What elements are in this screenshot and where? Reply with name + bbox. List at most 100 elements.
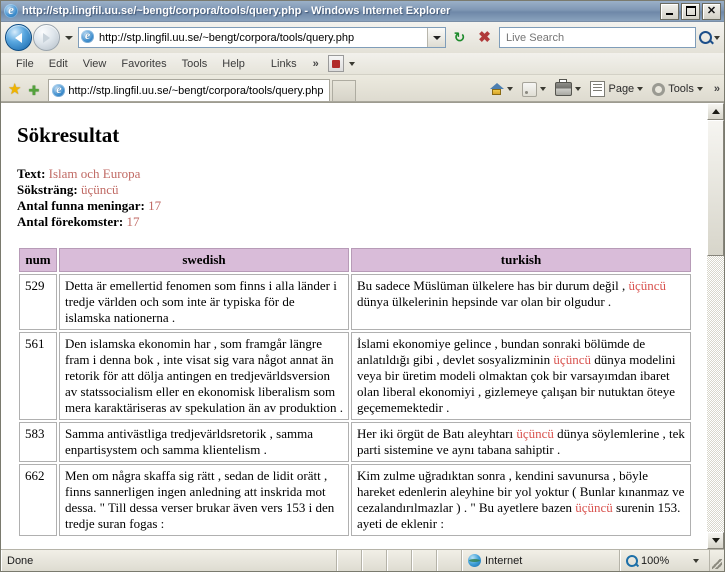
zoom-control[interactable]: 100% bbox=[620, 550, 710, 571]
window-controls: ✕ bbox=[660, 2, 721, 20]
summary-line: Text: Islam och Europa bbox=[17, 166, 692, 182]
status-slot-2 bbox=[362, 550, 387, 571]
status-slot-1 bbox=[337, 550, 362, 571]
summary-label: Antal förekomster: bbox=[17, 214, 127, 229]
favorites-center-star-icon[interactable]: ★ bbox=[8, 82, 21, 97]
menu-edit[interactable]: Edit bbox=[42, 56, 76, 72]
summary-line: Antal förekomster: 17 bbox=[17, 214, 692, 230]
browser-window: http://stp.lingfil.uu.se/~bengt/corpora/… bbox=[0, 0, 725, 572]
menu-help[interactable]: Help bbox=[215, 56, 253, 72]
summary-label: Antal funna meningar: bbox=[17, 198, 149, 213]
resize-grip[interactable] bbox=[710, 550, 724, 571]
summary-value: 17 bbox=[126, 214, 140, 229]
tab-active[interactable]: http://stp.lingfil.uu.se/~bengt/corpora/… bbox=[48, 79, 331, 101]
chevron-down-icon[interactable] bbox=[693, 558, 699, 563]
tab-bar: ★ ✚ http://stp.lingfil.uu.se/~bengt/corp… bbox=[1, 75, 724, 102]
security-zone[interactable]: Internet bbox=[462, 550, 620, 571]
tools-menu-label: Tools bbox=[668, 83, 694, 95]
print-button[interactable] bbox=[553, 79, 588, 97]
home-button[interactable] bbox=[487, 82, 520, 97]
menu-view[interactable]: View bbox=[76, 56, 115, 72]
minimize-button[interactable] bbox=[660, 2, 679, 20]
cell-swedish: Men om några skaffa sig rätt , sedan de … bbox=[59, 464, 349, 536]
cell-turkish: Her iki örgüt de Batı aleyhtarı üçüncü d… bbox=[351, 422, 691, 462]
highlighted-term: üçüncü bbox=[575, 500, 613, 515]
address-input[interactable]: http://stp.lingfil.uu.se/~bengt/corpora/… bbox=[99, 32, 427, 44]
page-icon bbox=[590, 81, 606, 97]
command-bar-overflow-icon[interactable]: » bbox=[714, 83, 720, 95]
back-button[interactable] bbox=[5, 24, 32, 51]
summary-line: Antal funna meningar: 17 bbox=[17, 198, 692, 214]
add-favorite-icon[interactable]: ✚ bbox=[28, 84, 39, 97]
chevron-down-icon bbox=[637, 87, 644, 91]
chevron-down-icon bbox=[711, 538, 720, 543]
gear-icon bbox=[652, 82, 666, 96]
stop-button[interactable]: ✖ bbox=[473, 26, 496, 49]
sentence-text: Samma antivästliga tredjevärldsretorik ,… bbox=[65, 426, 314, 457]
menu-file[interactable]: File bbox=[9, 56, 42, 72]
menu-tools[interactable]: Tools bbox=[175, 56, 216, 72]
links-overflow-icon[interactable]: » bbox=[313, 58, 319, 70]
refresh-button[interactable]: ↻ bbox=[448, 26, 471, 49]
forward-button[interactable] bbox=[33, 24, 60, 51]
recent-pages-chevron-down-icon[interactable] bbox=[65, 35, 73, 40]
chevron-down-icon bbox=[507, 87, 514, 91]
zoom-icon bbox=[626, 554, 638, 567]
cell-turkish: İslami ekonomiye gelince , bundan sonrak… bbox=[351, 332, 691, 420]
security-zone-label: Internet bbox=[485, 554, 523, 567]
new-tab-button[interactable] bbox=[332, 80, 357, 101]
close-button[interactable]: ✕ bbox=[702, 2, 721, 20]
maximize-button[interactable] bbox=[681, 2, 700, 20]
document-body: Sökresultat Text: Islam och Europa Sökstr… bbox=[1, 103, 706, 549]
links-toolbar-label[interactable]: Links bbox=[267, 56, 301, 72]
globe-icon bbox=[468, 554, 481, 567]
scroll-up-button[interactable] bbox=[707, 103, 724, 120]
chevron-down-icon bbox=[540, 87, 547, 91]
chevron-down-icon bbox=[713, 35, 720, 40]
feeds-button[interactable] bbox=[520, 81, 553, 98]
search-input[interactable] bbox=[504, 30, 693, 45]
cell-num: 662 bbox=[19, 464, 57, 536]
search-summary: Text: Islam och Europa Söksträng: üçüncü A… bbox=[17, 166, 692, 230]
page-menu-label: Page bbox=[608, 83, 635, 95]
table-row: 583 Samma antivästliga tredjevärldsretori… bbox=[19, 422, 691, 462]
cell-swedish: Den islamska ekonomin har , som framgår … bbox=[59, 332, 349, 420]
summary-label: Text: bbox=[17, 166, 49, 181]
cell-swedish: Detta är emellertid fenomen som finns i … bbox=[59, 274, 349, 330]
page-favicon-icon bbox=[81, 28, 96, 45]
rss-icon bbox=[522, 81, 538, 97]
scroll-down-button[interactable] bbox=[707, 532, 724, 549]
chevron-down-icon bbox=[696, 87, 703, 91]
menu-favorites[interactable]: Favorites bbox=[114, 56, 174, 72]
column-header-turkish: turkish bbox=[351, 248, 691, 272]
pdf-toolbar-icon[interactable] bbox=[327, 55, 344, 72]
sentence-text: dünya ülkelerinin hepsinde var olan bir … bbox=[357, 294, 612, 309]
cell-num: 529 bbox=[19, 274, 57, 330]
highlighted-term: üçüncü bbox=[553, 352, 591, 367]
navigation-toolbar: http://stp.lingfil.uu.se/~bengt/corpora/… bbox=[1, 22, 724, 53]
status-slot-5 bbox=[437, 550, 462, 571]
sentence-text: Detta är emellertid fenomen som finns i … bbox=[65, 278, 337, 325]
address-dropdown-button[interactable] bbox=[427, 28, 445, 47]
cell-num: 583 bbox=[19, 422, 57, 462]
column-header-num: num bbox=[19, 248, 57, 272]
scrollbar-thumb[interactable] bbox=[707, 120, 724, 256]
window-app-icon bbox=[4, 2, 19, 19]
summary-label: Söksträng: bbox=[17, 182, 81, 197]
page-menu-button[interactable]: Page bbox=[588, 80, 650, 98]
title-bar: http://stp.lingfil.uu.se/~bengt/corpora/… bbox=[1, 1, 724, 22]
refresh-icon: ↻ bbox=[453, 29, 466, 46]
column-header-swedish: swedish bbox=[59, 248, 349, 272]
vertical-scrollbar[interactable] bbox=[706, 103, 724, 549]
scrollbar-track[interactable] bbox=[707, 120, 724, 532]
pdf-chevron-down-icon[interactable] bbox=[348, 61, 355, 66]
search-go-button[interactable] bbox=[698, 26, 720, 49]
tools-menu-button[interactable]: Tools bbox=[650, 82, 710, 97]
table-body: 529 Detta är emellertid fenomen som finns… bbox=[19, 274, 691, 536]
summary-value[interactable]: Islam och Europa bbox=[49, 166, 141, 181]
search-box[interactable] bbox=[499, 27, 696, 48]
chevron-down-icon bbox=[575, 87, 582, 91]
status-text: Done bbox=[1, 550, 337, 571]
menu-bar: File Edit View Favorites Tools Help Link… bbox=[1, 53, 724, 75]
address-bar[interactable]: http://stp.lingfil.uu.se/~bengt/corpora/… bbox=[78, 27, 446, 48]
